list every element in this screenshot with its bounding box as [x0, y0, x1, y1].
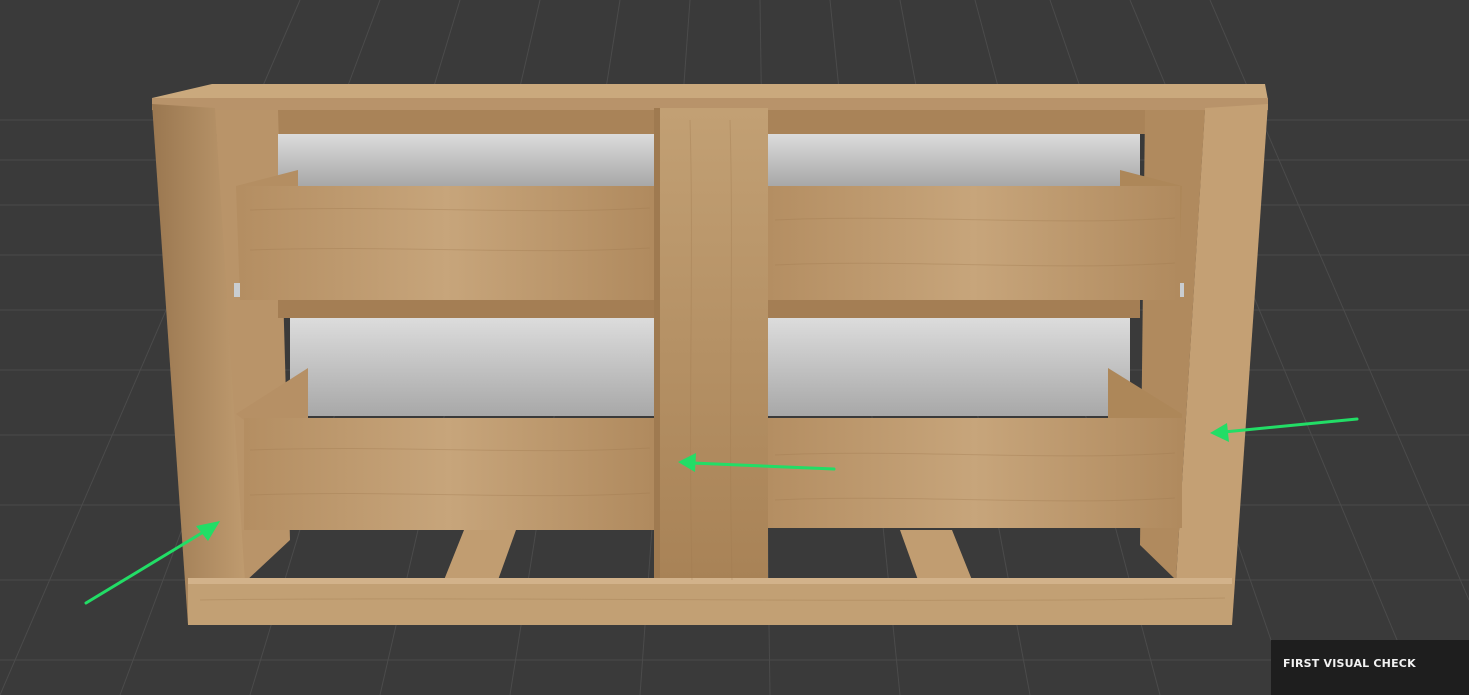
lower-left-drawer-interior [290, 318, 654, 416]
upper-left-drawer-interior [278, 134, 654, 186]
upper-right-drawer-front [768, 186, 1180, 300]
bottom-stretcher-left [444, 530, 516, 580]
plinth [188, 582, 1232, 625]
3d-viewport[interactable] [0, 0, 1469, 695]
plinth-top-edge [188, 578, 1232, 584]
visual-check-panel: FIRST VISUAL CHECK [1271, 640, 1469, 695]
lower-left-drawer-front [244, 418, 654, 530]
lower-right-drawer-front [768, 418, 1182, 528]
lower-right-drawer-interior [768, 318, 1130, 416]
upper-right-drawer-interior [768, 134, 1140, 186]
visual-check-label: FIRST VISUAL CHECK [1283, 657, 1416, 670]
center-divider [654, 108, 768, 584]
upper-left-drawer-front [240, 186, 654, 300]
bottom-stretcher-right [900, 530, 972, 580]
scene-canvas [0, 0, 1469, 695]
center-divider-edge [654, 108, 660, 584]
